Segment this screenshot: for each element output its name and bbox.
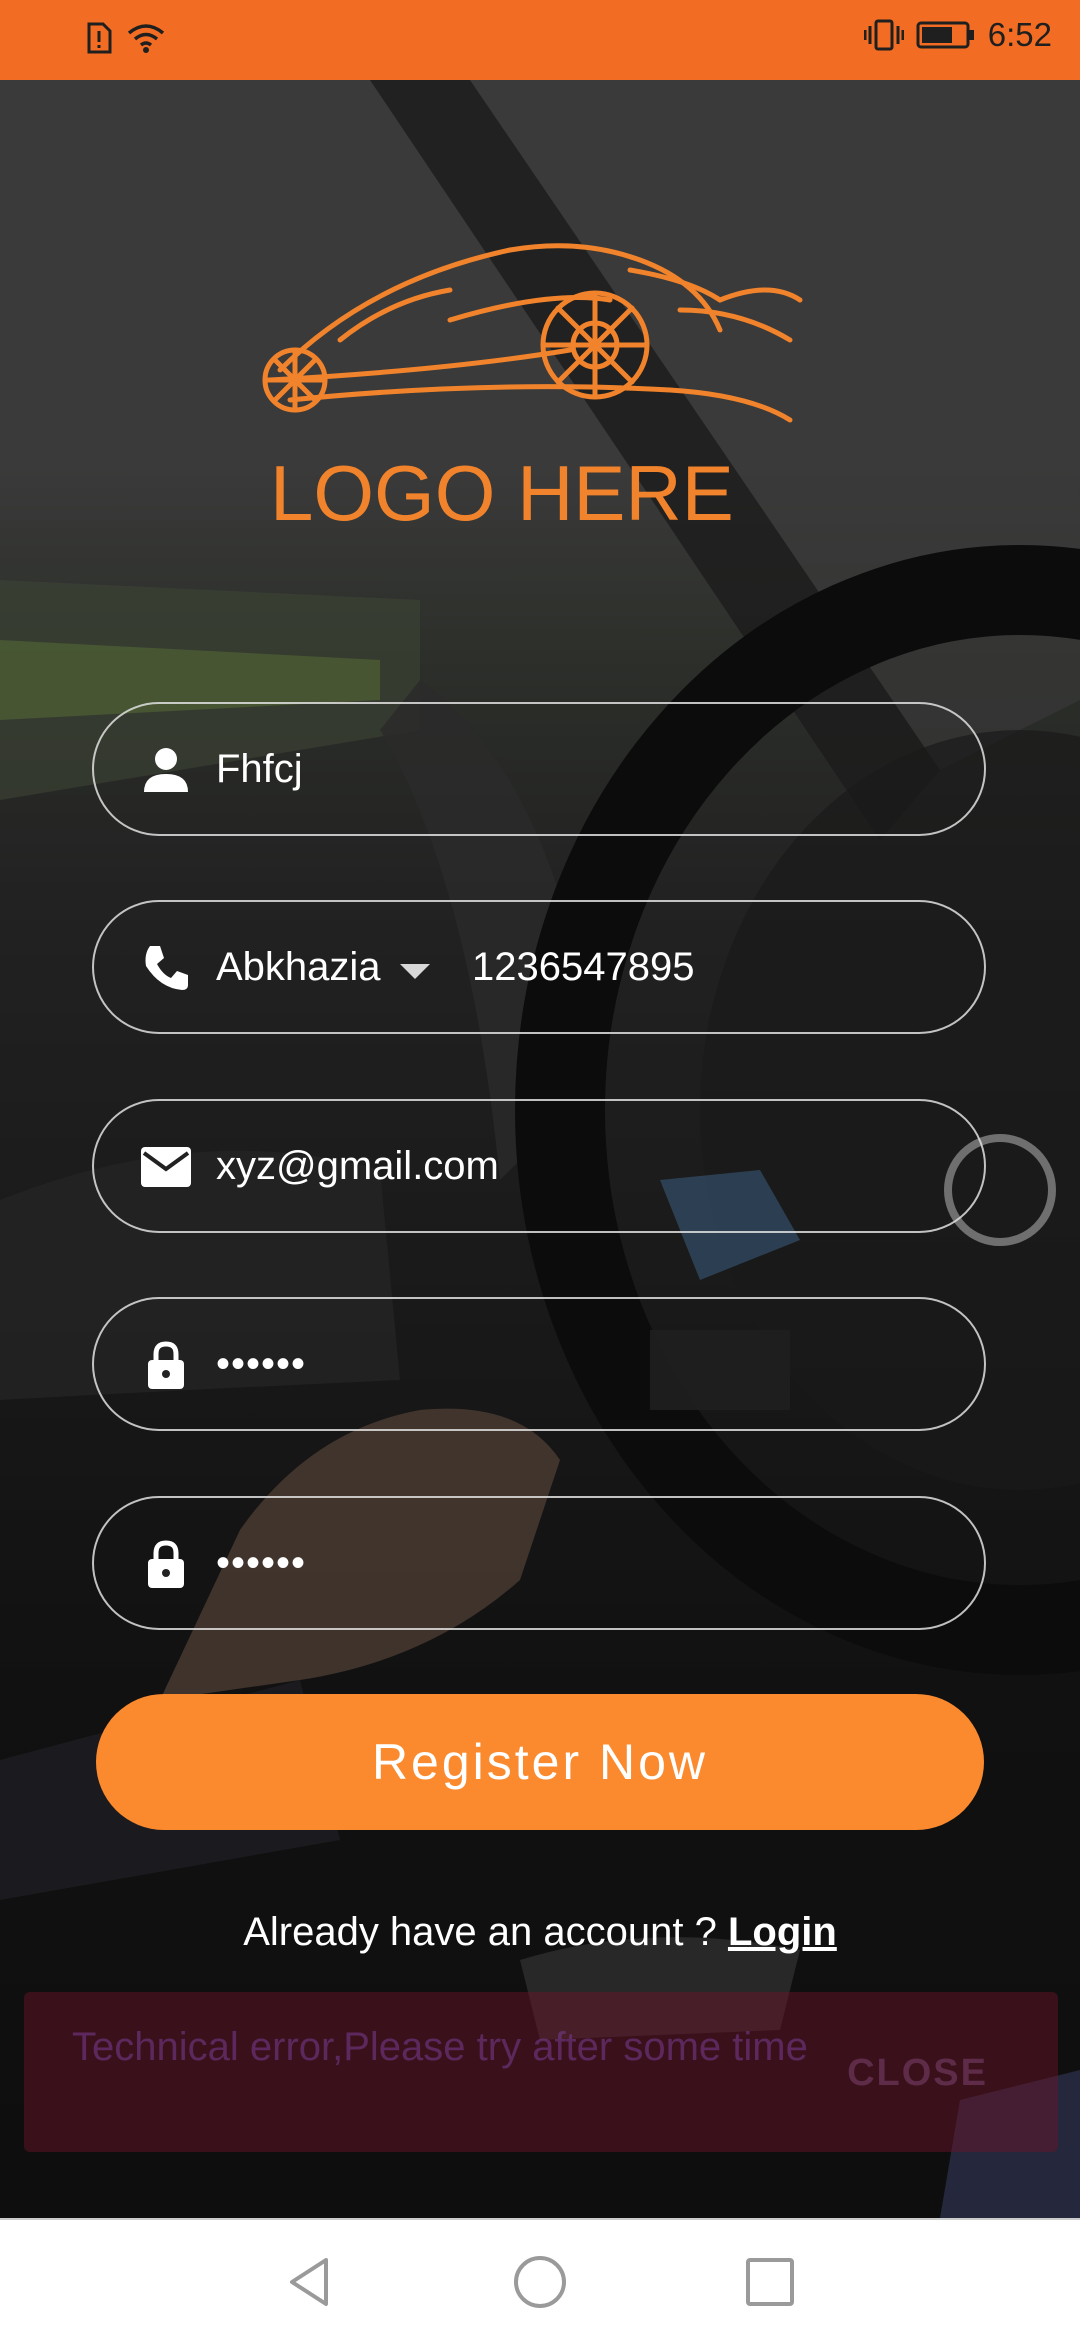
snackbar-close-button[interactable]: CLOSE: [847, 2052, 988, 2095]
lock-icon: [148, 1540, 184, 1588]
password-field[interactable]: ••••••: [92, 1297, 986, 1431]
phone-field[interactable]: Abkhazia 1236547895: [92, 900, 986, 1034]
password-input[interactable]: ••••••: [216, 1299, 306, 1429]
confirm-password-field[interactable]: ••••••: [92, 1496, 986, 1630]
login-prompt-text: Already have an account ?: [243, 1910, 728, 1954]
error-snackbar: Technical error,Please try after some ti…: [24, 1992, 1058, 2152]
login-prompt: Already have an account ? Login: [0, 1910, 1080, 1955]
phone-input[interactable]: 1236547895: [472, 902, 694, 1032]
confirm-password-input[interactable]: ••••••: [216, 1498, 306, 1628]
status-bar: 6:52: [0, 0, 1080, 80]
status-time: 6:52: [987, 16, 1052, 53]
recents-icon[interactable]: [740, 2252, 800, 2312]
logo-text: LOGO HERE: [270, 449, 734, 537]
vibrate-icon: [863, 19, 904, 51]
email-input[interactable]: xyz@gmail.com: [216, 1101, 499, 1231]
app-logo: LOGO HERE: [250, 220, 830, 540]
mail-icon: [141, 1147, 191, 1187]
login-link[interactable]: Login: [728, 1910, 837, 1954]
name-input[interactable]: Fhfcj: [216, 704, 303, 834]
chevron-down-icon[interactable]: [400, 964, 430, 979]
name-field[interactable]: Fhfcj: [92, 702, 986, 836]
person-icon: [144, 748, 188, 792]
home-icon[interactable]: [510, 2252, 570, 2312]
battery-icon: [916, 21, 974, 49]
email-field[interactable]: xyz@gmail.com: [92, 1099, 986, 1233]
back-icon[interactable]: [280, 2252, 340, 2312]
wifi-icon: [127, 24, 165, 53]
car-logo-icon: LOGO HERE: [262, 243, 803, 537]
sim-alert-icon: [87, 22, 112, 54]
phone-icon: [145, 946, 188, 990]
snackbar-message: Technical error,Please try after some ti…: [72, 2025, 808, 2069]
register-button[interactable]: Register Now: [96, 1694, 984, 1830]
navigation-bar: [0, 2218, 1080, 2342]
country-selector[interactable]: Abkhazia: [216, 902, 381, 1032]
lock-icon: [148, 1341, 184, 1389]
